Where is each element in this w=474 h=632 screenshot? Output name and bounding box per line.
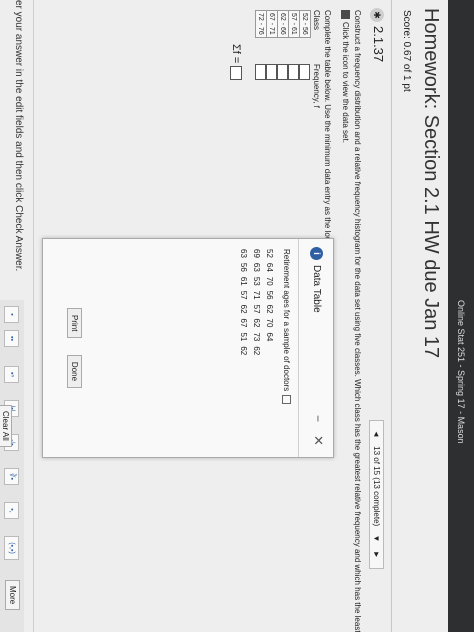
age-cell: 70 bbox=[264, 276, 274, 286]
age-cell: 62 bbox=[251, 318, 261, 328]
header-divider bbox=[391, 0, 392, 632]
table-row: 57 - 61 bbox=[288, 10, 300, 38]
dialog-title: Data Table bbox=[311, 265, 322, 313]
question-navigator: ◄ 13 of 15 (13 complete) ▼ ► bbox=[369, 420, 384, 569]
data-set-hint: Click the icon to view the data set. bbox=[340, 10, 350, 143]
course-name: Online Stat 251 - Spring 17 - Mason bbox=[456, 300, 466, 444]
data-table-icon[interactable] bbox=[340, 10, 350, 19]
page-title: Homework: Section 2.1 HW due Jan 17 bbox=[420, 8, 442, 359]
question-instruction: Construct a frequency distribution and a… bbox=[353, 10, 362, 632]
score-text: Score: 0.67 of 1 pt bbox=[401, 10, 412, 92]
class-cell: 52 - 56 bbox=[299, 10, 311, 38]
age-cell: 69 bbox=[251, 249, 261, 258]
homework-page: Online Stat 251 - Spring 17 - Mason Home… bbox=[0, 0, 474, 632]
frequency-input-4[interactable] bbox=[266, 64, 277, 80]
math-toolbar: ▪ ▪▪ ▪ⁿ |▪| √▪ ∛▪ ▪, (▪,▪) More bbox=[0, 300, 24, 632]
minimize-icon[interactable]: − bbox=[311, 415, 325, 422]
table-row: 63 56 61 57 62 67 51 62 bbox=[237, 249, 250, 360]
table-row: 72 - 76 bbox=[255, 10, 267, 38]
class-cell: 57 - 61 bbox=[288, 10, 300, 38]
sigma-input[interactable] bbox=[229, 66, 242, 81]
age-cell: 71 bbox=[251, 290, 261, 300]
age-cell: 62 bbox=[238, 304, 248, 314]
subscript-tool-icon[interactable]: ▪, bbox=[4, 502, 19, 519]
age-cell: 62 bbox=[264, 304, 274, 314]
frequency-input-5[interactable] bbox=[255, 64, 266, 80]
age-cell: 62 bbox=[238, 346, 248, 356]
data-table-dialog: i Data Table − ✕ Retirement ages for a s… bbox=[42, 238, 334, 458]
ages-table: 52 64 70 56 62 70 64 69 63 53 71 57 62 7… bbox=[237, 249, 276, 360]
class-header: Class bbox=[312, 10, 321, 31]
answer-instruction: er your answer in the edit fields and th… bbox=[13, 0, 24, 272]
age-cell: 53 bbox=[251, 276, 261, 286]
next-question-button[interactable]: ► bbox=[372, 551, 381, 559]
dialog-header: i Data Table − ✕ bbox=[298, 239, 333, 457]
exponent-tool-icon[interactable]: ▪ⁿ bbox=[4, 366, 19, 383]
data-title-text: Retirement ages for a sample of doctors bbox=[282, 249, 291, 392]
age-cell: 56 bbox=[264, 290, 274, 300]
data-set-hint-text: Click the icon to view the data set. bbox=[341, 22, 350, 143]
class-cell: 62 - 66 bbox=[277, 10, 289, 38]
age-cell: 56 bbox=[238, 262, 248, 272]
copy-icon[interactable] bbox=[281, 395, 291, 405]
table-row: 52 - 56 bbox=[299, 10, 311, 38]
age-cell: 63 bbox=[238, 249, 248, 258]
age-cell: 73 bbox=[251, 332, 261, 342]
class-table: 52 - 56 57 - 61 62 - 66 67 - 71 72 - 76 bbox=[255, 10, 311, 38]
data-title: Retirement ages for a sample of doctors bbox=[281, 249, 291, 449]
sigma-label: Σf = bbox=[230, 44, 242, 64]
question-dropdown-icon[interactable]: ▼ bbox=[372, 534, 381, 542]
frequency-input-1[interactable] bbox=[299, 64, 310, 80]
more-button[interactable]: More bbox=[5, 580, 20, 611]
photo-frame: Online Stat 251 - Spring 17 - Mason Home… bbox=[0, 0, 474, 632]
class-cell: 72 - 76 bbox=[255, 10, 267, 38]
age-cell: 61 bbox=[238, 276, 248, 286]
info-icon: i bbox=[310, 247, 323, 260]
table-row: 62 - 66 bbox=[277, 10, 289, 38]
table-row: 67 - 71 bbox=[266, 10, 278, 38]
table-row: 52 64 70 56 62 70 64 bbox=[263, 249, 276, 360]
done-button[interactable]: Done bbox=[67, 354, 82, 389]
age-cell: 64 bbox=[264, 262, 274, 272]
fraction-tool-icon[interactable]: ▪ bbox=[4, 306, 19, 323]
sigma-row: Σf = bbox=[229, 44, 242, 81]
question-number-label: 2.1.37 bbox=[371, 26, 386, 63]
class-cell: 67 - 71 bbox=[266, 10, 278, 38]
age-cell: 51 bbox=[238, 332, 248, 342]
frequency-header: Frequency, f bbox=[312, 64, 321, 108]
age-cell: 57 bbox=[251, 304, 261, 314]
top-bar: Online Stat 251 - Spring 17 - Mason bbox=[448, 0, 474, 632]
question-status-icon: ✱ bbox=[370, 8, 384, 22]
age-cell: 70 bbox=[264, 318, 274, 328]
print-button[interactable]: Print bbox=[67, 307, 82, 339]
age-cell: 57 bbox=[238, 290, 248, 300]
frequency-input-2[interactable] bbox=[288, 64, 299, 80]
mixed-number-tool-icon[interactable]: ▪▪ bbox=[4, 330, 19, 347]
dialog-body: Retirement ages for a sample of doctors … bbox=[237, 249, 291, 449]
age-cell: 63 bbox=[251, 262, 261, 272]
close-icon[interactable]: ✕ bbox=[310, 435, 326, 446]
table-row: 69 63 53 71 57 62 73 62 bbox=[250, 249, 263, 360]
age-cell: 62 bbox=[251, 346, 261, 356]
age-cell: 52 bbox=[264, 249, 274, 258]
prev-question-button[interactable]: ◄ bbox=[372, 430, 381, 438]
cube-root-tool-icon[interactable]: ∛▪ bbox=[4, 468, 19, 485]
dialog-buttons: Print Done bbox=[67, 239, 85, 457]
age-cell: 67 bbox=[238, 318, 248, 328]
clear-all-button[interactable]: Clear All bbox=[0, 405, 12, 447]
question-number: ✱ 2.1.37 bbox=[370, 8, 386, 62]
age-cell: 64 bbox=[264, 332, 274, 342]
bottom-divider bbox=[33, 0, 34, 632]
ordered-pair-tool-icon[interactable]: (▪,▪) bbox=[4, 536, 19, 560]
question-progress[interactable]: 13 of 15 (13 complete) bbox=[372, 446, 381, 526]
frequency-input-3[interactable] bbox=[277, 64, 288, 80]
